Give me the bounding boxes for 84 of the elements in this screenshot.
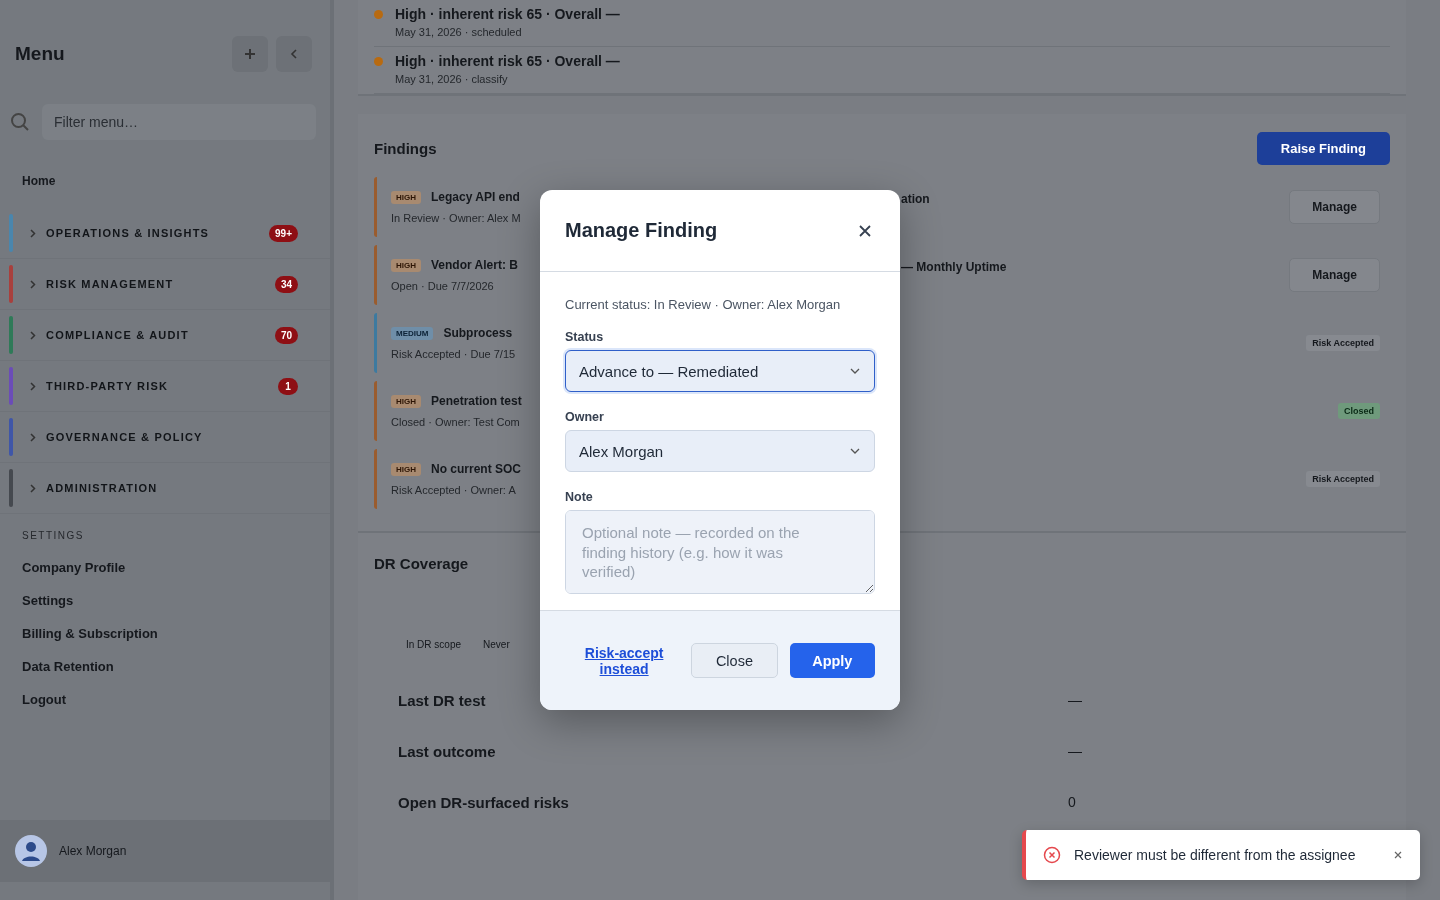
close-button[interactable]: Close [691,643,778,678]
chevron-left-icon [289,48,299,60]
chevron-down-icon [850,368,860,374]
filter-field[interactable]: Filter menu… [42,104,316,140]
metric-value: — [1068,692,1083,709]
field-label: Note [565,490,594,504]
section-heading: SETTINGS [21,529,85,543]
search-icon [10,112,30,132]
note-field[interactable]: Optional note — recorded on the finding history (e.g. how it was verified) [565,510,875,594]
status-summary: Current status: In Review · Owner: Alex Morgan [565,297,842,312]
section-title: DR Coverage [374,555,469,572]
count-badge: 34 [274,275,298,293]
activity-meta: May 31, 2026 · scheduled [395,26,523,38]
metric-value: 0 [1068,794,1077,811]
activity-meta: May 31, 2026 · classify [395,73,509,85]
sidebar-item[interactable]: Data Retention [0,650,330,683]
finding-meta: Risk Accepted · Due 7/15 [391,348,517,360]
toast-message: Reviewer must be different from the assignee [1074,847,1357,863]
close-icon[interactable] [1392,849,1404,861]
count-badge: 99+ [269,224,298,242]
plus-icon [244,48,256,60]
sidebar-item[interactable]: Home [0,140,330,208]
sidebar-group[interactable]: OPERATIONS & INSIGHTS 99+ [0,208,330,259]
finding-title: Penetration test [431,394,522,408]
sidebar-group[interactable]: THIRD-PARTY RISK 1 [0,361,330,412]
count-badge: 1 [278,377,298,395]
manage-button[interactable]: Manage [1289,258,1380,292]
finding-meta: Closed · Owner: Test Com [391,416,521,428]
chevron-icon [30,279,36,289]
add-button[interactable] [232,36,268,72]
dialog-title: Manage Finding [565,219,718,242]
avatar-icon [15,835,47,867]
owner-select[interactable]: Alex Morgan [565,430,875,472]
chevron-icon [30,483,36,493]
metric-label: Last outcome [398,743,497,760]
chevron-icon [30,381,36,391]
finding-title: ation [901,192,930,206]
sidebar-item[interactable]: Logout [0,683,330,716]
severity-tag: HIGH [391,258,421,272]
status-tag: Risk Accepted [1306,335,1380,351]
sidebar-group[interactable]: RISK MANAGEMENT 34 [0,259,330,310]
chevron-icon [30,432,36,442]
finding-title: Legacy API end [431,190,520,204]
count-badge: 70 [274,326,298,344]
chevron-icon [30,330,36,340]
finding-meta: Open · Due 7/7/2026 [391,280,495,292]
metric-value: — [1068,743,1083,760]
finding-title: Subprocess [443,326,513,340]
status-tag: Closed [1338,403,1380,419]
severity-tag: HIGH [391,462,421,476]
sidebar-item[interactable]: Settings [0,584,330,617]
raise-finding-button[interactable]: Raise Finding [1256,132,1390,165]
sidebar-item[interactable]: Company Profile [0,551,330,584]
sidebar-title: Menu [15,43,65,65]
field-label: Owner [565,410,605,424]
error-icon [1043,846,1061,864]
finding-meta: In Review · Owner: Alex M [391,212,522,224]
user-name: Alex Morgan [59,844,127,858]
sidebar-group[interactable]: COMPLIANCE & AUDIT 70 [0,310,330,361]
finding-title: — Monthly Uptime [901,260,1007,274]
finding-title: Vendor Alert: B [431,258,518,272]
severity-tag: MEDIUM [391,326,434,340]
status-tag: Risk Accepted [1306,471,1380,487]
metric-label: Open DR-surfaced risks [398,794,570,811]
activity-title: High · inherent risk 65 · Overall — [395,6,620,22]
chevron-down-icon [850,448,860,454]
manage-button[interactable]: Manage [1289,190,1380,224]
section-title: Findings [374,140,437,157]
activity-title: High · inherent risk 65 · Overall — [395,53,620,69]
field-label: Status [565,330,605,344]
sidebar-item[interactable]: Billing & Subscription [0,617,330,650]
sidebar-group[interactable]: GOVERNANCE & POLICY [0,412,330,463]
status-select[interactable]: Advance to — Remediated [565,350,875,392]
severity-tag: HIGH [391,190,421,204]
filter-tab[interactable]: In DR scope [406,639,462,650]
filter-tab[interactable]: Never [483,639,510,650]
finding-meta: Risk Accepted · Owner: A [391,484,517,496]
apply-button[interactable]: Apply [789,643,875,678]
risk-accept-link[interactable]: Risk-accept instead [584,644,665,677]
metric-label: Last DR test [398,692,487,709]
chevron-icon [30,228,36,238]
finding-title: No current SOC [431,462,521,476]
sidebar-group[interactable]: ADMINISTRATION [0,463,330,514]
severity-tag: HIGH [391,394,421,408]
